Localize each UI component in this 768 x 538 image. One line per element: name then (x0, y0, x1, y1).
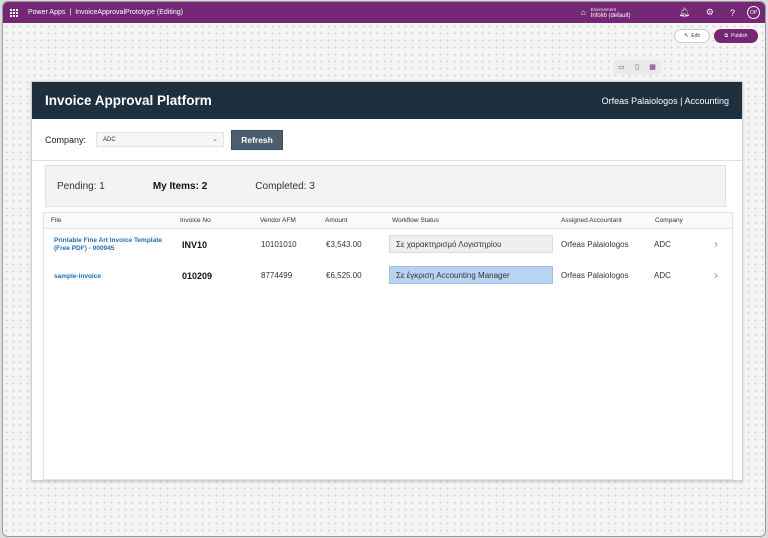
settings-gear-icon[interactable]: ⚙ (706, 7, 714, 18)
company-dropdown[interactable]: ADC ⌄ (96, 132, 225, 147)
company-dropdown-value: ADC (103, 136, 116, 143)
publish-button[interactable]: ⧉ Publish (714, 29, 758, 43)
vendor-afm: 8774499 (261, 271, 293, 280)
tab-completed[interactable]: Completed: 3 (255, 181, 314, 192)
company: ADC (654, 271, 671, 280)
table-header: File Invoice No Vendor AFM Amount Workfl… (44, 213, 732, 229)
column-header-vendor-afm: Vendor AFM (260, 217, 296, 224)
workflow-status-text: Σε έγκριση Accounting Manager (396, 270, 510, 280)
column-header-workflow-status: Workflow Status (392, 217, 439, 224)
chevron-right-icon[interactable]: › (714, 237, 718, 251)
chevron-right-icon[interactable]: › (714, 268, 718, 282)
app-header: Invoice Approval Platform Orfeas Palaiol… (32, 82, 742, 119)
amount: €3,543.00 (326, 240, 362, 249)
workflow-status-badge: Σε χαρακτηρισμό Λογιστηρίου (389, 235, 553, 253)
app-launcher-icon[interactable] (10, 8, 18, 17)
help-icon[interactable]: ? (730, 8, 735, 18)
edit-button[interactable]: ✎ Edit (674, 29, 710, 43)
assigned-accountant: Orfeas Palaiologos (561, 240, 629, 249)
company-label: Company: (45, 134, 87, 145)
invoice-no: 010209 (182, 271, 213, 281)
environment-name: Infolib (default) (590, 12, 631, 19)
tab-my-items[interactable]: My Items: 2 (153, 181, 207, 192)
edit-label: Edit (691, 33, 700, 39)
file-link[interactable]: sample-invoice (54, 273, 174, 281)
status-tabs: Pending: 1 My Items: 2 Completed: 3 (45, 165, 726, 207)
top-bar: Power Apps | InvoiceApprovalPrototype (E… (3, 2, 765, 23)
vendor-afm: 10101010 (261, 240, 297, 249)
invoice-table: File Invoice No Vendor AFM Amount Workfl… (43, 212, 733, 480)
column-header-amount: Amount (325, 217, 348, 224)
current-user-label: Orfeas Palaiologos | Accounting (601, 95, 729, 106)
avatar[interactable]: OP (747, 6, 760, 19)
column-header-file: File (51, 217, 62, 224)
publish-label: Publish (731, 33, 748, 39)
tab-pending[interactable]: Pending: 1 (57, 181, 105, 192)
app-title: Invoice Approval Platform (45, 93, 212, 108)
column-header-company: Company (655, 217, 683, 224)
device-preview-toolbar: ▭ ▯ ▦ (613, 60, 661, 74)
pencil-icon: ✎ (684, 33, 689, 39)
assigned-accountant: Orfeas Palaiologos (561, 271, 629, 280)
column-header-assigned-accountant: Assigned Accountant (561, 217, 622, 224)
environment-picker[interactable]: ⌂ Environment Infolib (default) (581, 6, 631, 20)
publish-icon: ⧉ (724, 33, 729, 39)
chevron-down-icon: ⌄ (212, 136, 219, 143)
workflow-status-text: Σε χαρακτηρισμό Λογιστηρίου (396, 239, 502, 249)
desktop-icon[interactable]: ▭ (618, 63, 625, 71)
notifications-icon[interactable]: 🔔︎ (678, 7, 689, 18)
power-apps-window: Power Apps | InvoiceApprovalPrototype (E… (2, 1, 766, 537)
title-separator: | (69, 9, 72, 16)
document-title: InvoiceApprovalPrototype (Editing) (75, 9, 183, 16)
app-canvas: Invoice Approval Platform Orfeas Palaiol… (31, 81, 743, 481)
table-row[interactable]: Printable Fine Art Invoice Template (Fre… (44, 234, 732, 265)
invoice-no: INV10 (182, 240, 208, 250)
company: ADC (654, 240, 671, 249)
environment-icon: ⌂ (580, 8, 586, 17)
filter-row: Company: ADC ⌄ Refresh (32, 119, 742, 161)
workflow-status-badge: Σε έγκριση Accounting Manager (389, 266, 553, 284)
app-name: Power Apps (28, 9, 66, 16)
environment-label: Environment (590, 6, 617, 12)
refresh-button[interactable]: Refresh (231, 129, 284, 150)
calendar-icon[interactable]: ▦ (649, 63, 656, 71)
phone-icon[interactable]: ▯ (635, 63, 639, 71)
column-header-invoice-no: Invoice No (180, 217, 211, 224)
amount: €6,525.00 (326, 271, 362, 280)
table-row[interactable]: sample-invoice 010209 8774499 €6,525.00 … (44, 265, 732, 296)
file-link[interactable]: Printable Fine Art Invoice Template (Fre… (54, 237, 174, 253)
